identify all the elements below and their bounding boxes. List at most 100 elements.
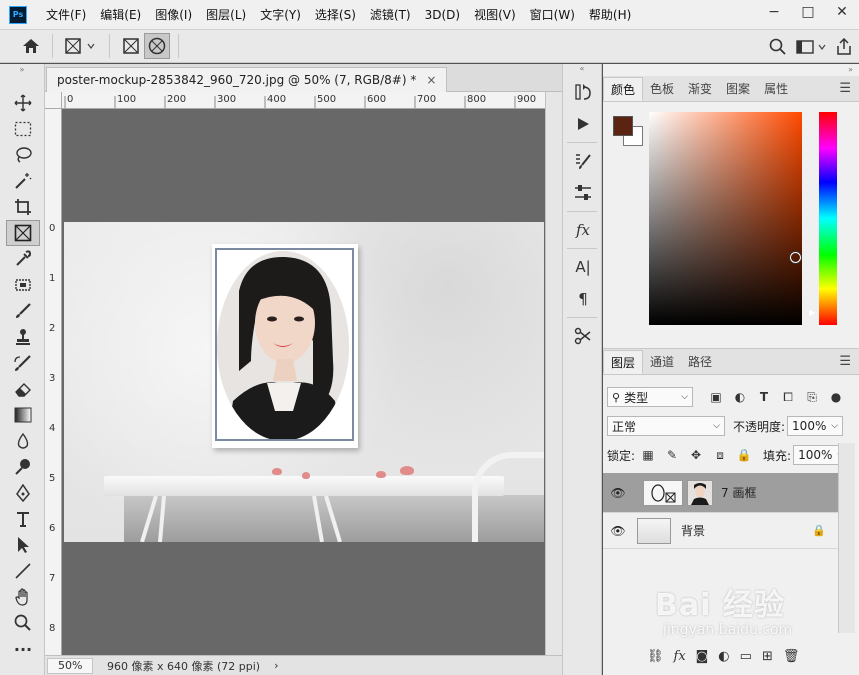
history-brush-tool[interactable] bbox=[6, 350, 40, 376]
tab-layers[interactable]: 图层 bbox=[603, 350, 644, 374]
visibility-eye-icon[interactable]: 👁 bbox=[603, 486, 633, 500]
menu-layer[interactable]: 图层(L) bbox=[199, 0, 253, 30]
panel-grip[interactable]: « bbox=[563, 64, 601, 76]
magic-wand-tool[interactable] bbox=[6, 168, 40, 194]
panel-grip[interactable]: » bbox=[603, 64, 859, 76]
layer-thumbnail[interactable] bbox=[637, 517, 671, 544]
blend-mode-dropdown[interactable]: 正常 ⌵ bbox=[607, 416, 725, 436]
share-icon[interactable] bbox=[835, 37, 853, 56]
crop-tool[interactable] bbox=[6, 194, 40, 220]
filter-toggle-icon[interactable]: ● bbox=[827, 388, 845, 406]
tools-preset-button[interactable] bbox=[563, 320, 603, 352]
adjustment-layer-icon[interactable]: ◐ bbox=[718, 649, 729, 664]
search-icon[interactable] bbox=[769, 38, 787, 56]
tab-color[interactable]: 颜色 bbox=[603, 77, 644, 101]
tab-patterns[interactable]: 图案 bbox=[719, 77, 757, 101]
smart-object-filter-icon[interactable]: ⎘ bbox=[803, 388, 821, 406]
tab-paths[interactable]: 路径 bbox=[681, 350, 719, 374]
lock-pixels-icon[interactable]: ✎ bbox=[663, 446, 681, 464]
home-button[interactable] bbox=[18, 33, 44, 59]
more-tools-button[interactable]: ··· bbox=[6, 636, 40, 662]
tab-swatches[interactable]: 色板 bbox=[643, 77, 681, 101]
frame-tool-preset-button[interactable] bbox=[61, 33, 101, 59]
layer-filter-dropdown[interactable]: ⚲ 类型 ⌵ bbox=[607, 387, 693, 407]
zoom-level-field[interactable]: 50% bbox=[47, 657, 93, 674]
menu-view[interactable]: 视图(V) bbox=[467, 0, 523, 30]
adjustments-button[interactable] bbox=[563, 177, 603, 209]
hue-slider[interactable] bbox=[819, 112, 837, 325]
menu-image[interactable]: 图像(I) bbox=[148, 0, 199, 30]
frame-tool[interactable] bbox=[6, 220, 40, 246]
pixel-filter-icon[interactable]: ▣ bbox=[707, 388, 725, 406]
actions-panel-button[interactable] bbox=[563, 108, 603, 140]
canvas[interactable] bbox=[62, 109, 545, 655]
lock-artboard-icon[interactable]: ⧈ bbox=[711, 446, 729, 464]
saturation-brightness-picker[interactable] bbox=[649, 112, 802, 325]
eyedropper-tool[interactable] bbox=[6, 246, 40, 272]
close-tab-icon[interactable]: × bbox=[426, 73, 436, 87]
tab-properties[interactable]: 属性 bbox=[757, 77, 795, 101]
adjustment-filter-icon[interactable]: ◐ bbox=[731, 388, 749, 406]
panel-menu-icon[interactable]: ☰ bbox=[839, 354, 851, 369]
foreground-color-swatch[interactable] bbox=[613, 116, 633, 136]
minimize-button[interactable]: − bbox=[757, 0, 791, 24]
delete-layer-icon[interactable]: 🗑 bbox=[783, 649, 800, 664]
styles-button[interactable]: fx bbox=[563, 214, 603, 246]
paragraph-panel-button[interactable]: ¶ bbox=[563, 283, 603, 315]
path-selection-tool[interactable] bbox=[6, 532, 40, 558]
line-tool[interactable] bbox=[6, 558, 40, 584]
tab-channels[interactable]: 通道 bbox=[643, 350, 681, 374]
menu-help[interactable]: 帮助(H) bbox=[582, 0, 638, 30]
menu-file[interactable]: 文件(F) bbox=[39, 0, 93, 30]
lasso-tool[interactable] bbox=[6, 142, 40, 168]
stamp-tool[interactable] bbox=[6, 324, 40, 350]
lock-transparency-icon[interactable]: ▦ bbox=[639, 446, 657, 464]
marquee-tool[interactable] bbox=[6, 116, 40, 142]
eraser-tool[interactable] bbox=[6, 376, 40, 402]
menu-filter[interactable]: 滤镜(T) bbox=[363, 0, 418, 30]
fx-icon[interactable]: fx bbox=[674, 649, 686, 664]
layers-scrollbar[interactable] bbox=[838, 443, 855, 633]
menu-edit[interactable]: 编辑(E) bbox=[93, 0, 148, 30]
menu-3d[interactable]: 3D(D) bbox=[418, 0, 467, 30]
vertical-scrollbar[interactable] bbox=[545, 92, 562, 655]
history-panel-button[interactable] bbox=[563, 76, 603, 108]
healing-brush-tool[interactable] bbox=[6, 272, 40, 298]
workspace-icon[interactable] bbox=[793, 39, 829, 55]
character-panel-button[interactable]: A| bbox=[563, 251, 603, 283]
hand-tool[interactable] bbox=[6, 584, 40, 610]
panel-grip[interactable]: » bbox=[0, 64, 44, 76]
document-image[interactable] bbox=[64, 222, 544, 542]
hue-slider-arrow[interactable]: ▶ bbox=[809, 308, 815, 317]
rectangle-frame-button[interactable] bbox=[118, 33, 144, 59]
new-layer-icon[interactable]: ⊞ bbox=[762, 649, 773, 664]
color-picker-cursor[interactable] bbox=[790, 252, 801, 263]
layer-name[interactable]: 背景 bbox=[681, 522, 705, 539]
type-tool[interactable] bbox=[6, 506, 40, 532]
layer-row[interactable]: 👁 背景 🔒 bbox=[603, 513, 838, 549]
lock-position-icon[interactable]: ✥ bbox=[687, 446, 705, 464]
zoom-tool[interactable] bbox=[6, 610, 40, 636]
menu-type[interactable]: 文字(Y) bbox=[253, 0, 308, 30]
lock-all-icon[interactable]: 🔒 bbox=[735, 446, 753, 464]
layer-mask-icon[interactable]: ◙ bbox=[696, 649, 709, 664]
pen-tool[interactable] bbox=[6, 480, 40, 506]
brush-settings-button[interactable] bbox=[563, 145, 603, 177]
blur-tool[interactable] bbox=[6, 428, 40, 454]
layer-name[interactable]: 7 画框 bbox=[721, 484, 756, 501]
visibility-eye-icon[interactable]: 👁 bbox=[603, 524, 633, 538]
layer-content-thumbnail[interactable] bbox=[687, 479, 713, 506]
opacity-field[interactable]: 100% ⌵ bbox=[787, 416, 844, 436]
link-layers-icon[interactable]: ⛓ bbox=[647, 649, 664, 664]
menu-select[interactable]: 选择(S) bbox=[308, 0, 363, 30]
ellipse-frame-button[interactable] bbox=[144, 33, 170, 59]
maximize-button[interactable]: □ bbox=[791, 0, 825, 24]
status-menu-arrow[interactable]: › bbox=[274, 659, 278, 672]
frame-thumbnail[interactable] bbox=[643, 479, 683, 506]
close-window-button[interactable]: ✕ bbox=[825, 0, 859, 24]
brush-tool[interactable] bbox=[6, 298, 40, 324]
new-group-icon[interactable]: ▭ bbox=[740, 649, 752, 664]
layer-row[interactable]: 👁 7 画框 bbox=[603, 473, 838, 513]
gradient-tool[interactable] bbox=[6, 402, 40, 428]
document-tab[interactable]: poster-mockup-2853842_960_720.jpg @ 50% … bbox=[46, 67, 448, 92]
